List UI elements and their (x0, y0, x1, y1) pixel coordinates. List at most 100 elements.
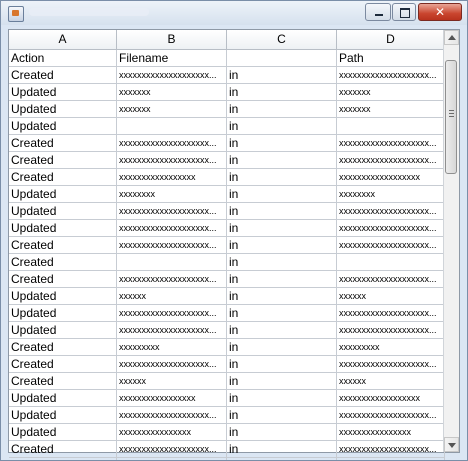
table-row[interactable]: Updated xxxxxxx in xxxxxxx (9, 84, 445, 101)
cell-path[interactable]: xxxxxx (337, 373, 445, 389)
cell-action[interactable]: Updated (9, 407, 117, 423)
cell-action[interactable]: Updated (9, 84, 117, 100)
table-row[interactable]: Updated in (9, 118, 445, 135)
cell-path[interactable]: xxxxxxxx (337, 186, 445, 202)
cell-action[interactable]: Created (9, 135, 117, 151)
cell-path[interactable] (337, 118, 445, 134)
cell-c[interactable]: in (227, 135, 337, 151)
cell-action[interactable]: Updated (9, 424, 117, 440)
cell-action[interactable]: Updated (9, 101, 117, 117)
table-row[interactable]: Action Filename Path (9, 50, 445, 67)
table-row[interactable]: Created in (9, 254, 445, 271)
cell-filename[interactable]: xxxxxxxxxxxxxxxxxxxx... (117, 152, 227, 168)
cell-action[interactable]: Created (9, 169, 117, 185)
cell-filename[interactable]: xxxxxxxxxxxxxxxxxxxx... (117, 305, 227, 321)
cell-filename[interactable] (117, 254, 227, 270)
cell-filename[interactable]: xxxxxxxxx (117, 339, 227, 355)
cell-path[interactable]: xxxxxxxxxxxxxxxxxx (337, 169, 445, 185)
table-row[interactable]: Created xxxxxxxxxxxxxxxxxxxx... in xxxxxxxx… (9, 67, 445, 84)
cell-c[interactable]: in (227, 424, 337, 440)
cell-action[interactable]: Updated (9, 390, 117, 406)
cell-path[interactable] (337, 254, 445, 270)
cell-c[interactable]: in (227, 67, 337, 83)
minimize-button[interactable] (365, 3, 391, 21)
cell-action[interactable]: Created (9, 67, 117, 83)
cell-path[interactable]: xxxxxxxxxxxxxxxxxxxx... (337, 203, 445, 219)
cell-filename[interactable]: xxxxxxxxxxxxxxxxxxxx... (117, 407, 227, 423)
cell-c[interactable]: in (227, 118, 337, 134)
cell-action[interactable]: Created (9, 356, 117, 372)
cell-c[interactable]: in (227, 373, 337, 389)
cell-path[interactable]: xxxxxxxxxxxxxxxxxxxx... (337, 67, 445, 83)
cell-action[interactable]: Created (9, 254, 117, 270)
column-header-a[interactable]: A (9, 30, 117, 49)
cell-path[interactable]: xxxxxxxxxxxxxxxxxxxx... (337, 356, 445, 372)
column-header-d[interactable]: D (337, 30, 445, 49)
column-header-b[interactable]: B (117, 30, 227, 49)
cell-path[interactable]: xxxxxxxxxxxxxxxx (337, 424, 445, 440)
cell-c[interactable]: in (227, 305, 337, 321)
cell-filename[interactable]: xxxxxxxxxxxxxxxxxxxx... (117, 67, 227, 83)
table-row[interactable]: Updated xxxxxxxxxxxxxxxxxxxx... in xxxxxxxx… (9, 203, 445, 220)
cell-path[interactable]: xxxxxxxxxxxxxxxxxxxx... (337, 322, 445, 338)
cell-filename[interactable]: xxxxxxxx (117, 186, 227, 202)
table-row[interactable]: Updated xxxxxxxxxxxxxxxxxxxx... in xxxxxxxx… (9, 305, 445, 322)
cell-c[interactable]: in (227, 101, 337, 117)
cell-path[interactable]: xxxxxxxxxxxxxxxxxxxx... (337, 152, 445, 168)
cell-filename[interactable]: xxxxxxxxxxxxxxxxxxxx... (117, 356, 227, 372)
table-viewport[interactable]: A B C D Action Filename Path Created xxxxxxx… (8, 29, 460, 460)
table-row[interactable]: Updated xxxxxxxxxxxxxxxxxxxx... in xxxxxxxx… (9, 322, 445, 339)
cell-c[interactable]: in (227, 356, 337, 372)
title-bar[interactable]: ✕ (1, 1, 467, 25)
cell-filename[interactable]: xxxxxxxxxxxxxxxxxxxx... (117, 135, 227, 151)
table-row[interactable]: Created xxxxxxxxxxxxxxxxx in xxxxxxxxxxxxxx… (9, 169, 445, 186)
table-row[interactable]: Updated xxxxxxxxxxxxxxxxxxxx... in xxxxxxxx… (9, 220, 445, 237)
cell-filename[interactable]: Filename (117, 50, 227, 66)
cell-filename[interactable]: xxxxxxxxxxxxxxxxxxxx... (117, 237, 227, 253)
table-row[interactable]: Updated xxxxxxxxxxxxxxxxx in xxxxxxxxxxxxxx… (9, 390, 445, 407)
cell-filename[interactable]: xxxxxxxxxxxxxxxxxxxx... (117, 203, 227, 219)
table-row[interactable]: Created xxxxxxxxxxxxxxxxxxxx... in xxxxxxxx… (9, 135, 445, 152)
table-row[interactable]: Updated xxxxxxxx in xxxxxxxx (9, 186, 445, 203)
table-row[interactable]: Updated xxxxxxxxxxxxxxxx in xxxxxxxxxxxxxxx… (9, 424, 445, 441)
cell-action[interactable]: Created (9, 339, 117, 355)
cell-path[interactable]: xxxxxxxxxxxxxxxxxxxx... (337, 237, 445, 253)
cell-filename[interactable]: xxxxxxx (117, 84, 227, 100)
cell-path[interactable]: xxxxxxx (337, 84, 445, 100)
table-row[interactable]: Created xxxxxx in xxxxxx (9, 373, 445, 390)
table-row[interactable]: Created xxxxxxxxxxxxxxxxxxxx... in xxxxxxxx… (9, 356, 445, 373)
cell-filename[interactable]: xxxxxxxxxxxxxxxxxxxx... (117, 441, 227, 457)
table-row[interactable]: Updated xxxxxxxxxxxxxxxxxxxx... in xxxxxxxx… (9, 407, 445, 424)
cell-c[interactable] (227, 50, 337, 66)
cell-path[interactable]: xxxxxxxxxxxxxxxxxxxx... (337, 271, 445, 287)
cell-c[interactable]: in (227, 152, 337, 168)
table-row[interactable]: Created xxxxxxxxxxxxxxxxxxxx... in xxxxxxxx… (9, 237, 445, 254)
cell-c[interactable]: in (227, 390, 337, 406)
table-row[interactable]: Created xxxxxxxxxxxxxxxxxxxx... in xxxxxxxx… (9, 441, 445, 458)
table-row[interactable]: Created xxxxxxxxx in xxxxxxxxx (9, 339, 445, 356)
cell-c[interactable]: in (227, 220, 337, 236)
cell-action[interactable]: Created (9, 441, 117, 457)
scroll-down-button[interactable] (444, 437, 459, 452)
cell-c[interactable]: in (227, 254, 337, 270)
cell-c[interactable]: in (227, 322, 337, 338)
close-button[interactable]: ✕ (418, 3, 462, 21)
cell-action[interactable]: Created (9, 152, 117, 168)
cell-action[interactable]: Updated (9, 305, 117, 321)
table-row[interactable]: Created xxxxxxxxxxxxxxxxxxxx... in xxxxxxxx… (9, 152, 445, 169)
cell-filename[interactable]: xxxxxx (117, 373, 227, 389)
cell-c[interactable]: in (227, 407, 337, 423)
cell-path[interactable]: Path (337, 50, 445, 66)
cell-path[interactable]: xxxxxxxxxxxxxxxxxxxx... (337, 220, 445, 236)
cell-path[interactable]: xxxxxxxxxxxxxxxxxxxx... (337, 441, 445, 457)
cell-path[interactable]: xxxxxxx (337, 101, 445, 117)
cell-path[interactable]: xxxxxxxxxxxxxxxxxxxx... (337, 305, 445, 321)
cell-path[interactable]: xxxxxx (337, 288, 445, 304)
cell-action[interactable]: Updated (9, 220, 117, 236)
cell-filename[interactable]: xxxxxx (117, 288, 227, 304)
cell-c[interactable]: in (227, 271, 337, 287)
scroll-up-button[interactable] (444, 30, 459, 45)
cell-path[interactable]: xxxxxxxxxxxxxxxxxxxx... (337, 135, 445, 151)
scroll-thumb[interactable] (445, 60, 457, 174)
table-row[interactable]: Created xxxxxxxxxxxxxxxxxxxx... in xxxxxxxx… (9, 271, 445, 288)
